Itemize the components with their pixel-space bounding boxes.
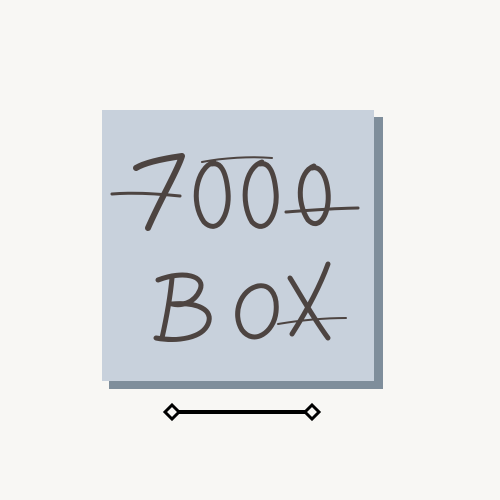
diamond-icon-right	[302, 402, 322, 422]
handwritten-logo-wordmark	[110, 153, 360, 342]
logo-canvas	[0, 0, 500, 500]
diamond-icon-left	[162, 402, 182, 422]
decorative-divider	[162, 402, 322, 422]
logo-ink-strokes	[110, 153, 360, 342]
